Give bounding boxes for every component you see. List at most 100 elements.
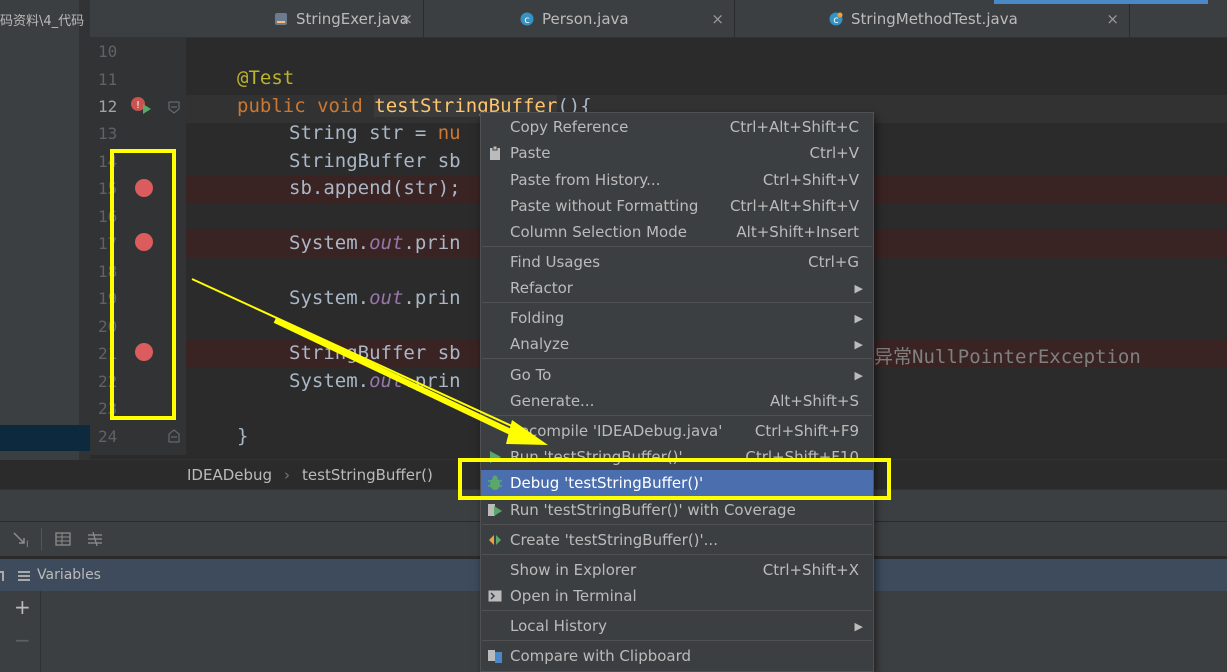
svg-text:c: c <box>524 15 530 26</box>
remove-watch-button[interactable]: − <box>14 628 31 652</box>
menu-item-open-in-terminal[interactable]: Open in Terminal <box>481 583 873 609</box>
java-file-icon <box>274 12 288 26</box>
menu-item-shortcut: Alt+Shift+S <box>769 392 859 410</box>
layout-icon[interactable] <box>86 530 104 548</box>
menu-item-generate[interactable]: Generate... Alt+Shift+S <box>481 388 873 414</box>
code-line: System.out.prin <box>289 287 461 309</box>
menu-item-folding[interactable]: Folding ▶ <box>481 305 873 331</box>
menu-separator <box>482 610 872 611</box>
editor-tab-bar: StringExer.java × c Person.java × c Stri… <box>90 0 1227 38</box>
fold-icon[interactable] <box>167 99 181 114</box>
menu-separator <box>482 246 872 247</box>
menu-item-shortcut: Ctrl+V <box>809 144 859 162</box>
fold-end-icon[interactable] <box>167 428 181 443</box>
menu-item-recompile[interactable]: Recompile 'IDEADebug.java' Ctrl+Shift+F9 <box>481 418 873 444</box>
menu-item-paste[interactable]: Paste Ctrl+V <box>481 140 873 166</box>
project-selected-row[interactable] <box>0 425 90 451</box>
code-field: out <box>369 232 404 254</box>
breadcrumb-class[interactable]: IDEADebug <box>187 466 272 484</box>
code-line: String str = nu <box>289 122 461 144</box>
editor-context-menu: Copy Reference Ctrl+Alt+Shift+C Paste Ctrl… <box>480 112 874 672</box>
breakpoints-highlight-box <box>110 149 176 420</box>
menu-item-label: Paste <box>510 144 551 162</box>
menu-item-copy-reference[interactable]: Copy Reference Ctrl+Alt+Shift+C <box>481 114 873 140</box>
tab-string-exer[interactable]: StringExer.java × <box>182 0 424 37</box>
menu-item-label: Run 'testStringBuffer()' with Coverage <box>510 501 796 519</box>
breadcrumb-method[interactable]: testStringBuffer() <box>302 466 433 484</box>
step-icon[interactable]: I <box>12 530 32 550</box>
menu-item-go-to[interactable]: Go To ▶ <box>481 362 873 388</box>
line-number: 11 <box>98 70 118 89</box>
class-icon: c <box>520 12 534 26</box>
code-field: out <box>369 287 404 309</box>
menu-item-shortcut: Ctrl+G <box>808 253 859 271</box>
menu-item-label: Local History <box>510 617 608 635</box>
menu-item-label: Recompile 'IDEADebug.java' <box>510 422 723 440</box>
menu-item-compare-with-clipboard[interactable]: Compare with Clipboard <box>481 643 873 669</box>
svg-text:!: ! <box>136 100 140 111</box>
add-watch-button[interactable]: + <box>14 595 31 619</box>
run-debug-gutter-icon[interactable]: ! <box>130 96 152 116</box>
menu-item-label: Show in Explorer <box>510 561 637 579</box>
close-icon[interactable]: × <box>400 10 413 28</box>
panel-edge-icon <box>0 568 6 582</box>
close-icon[interactable]: × <box>1106 10 1119 28</box>
code-line: sb.append(str); <box>289 177 461 199</box>
project-path-fragment: 码资料\4_代码 <box>0 14 85 29</box>
debug-item-highlight-box <box>458 458 891 500</box>
menu-item-analyze[interactable]: Analyze ▶ <box>481 331 873 357</box>
tab-string-method-test[interactable]: c StringMethodTest.java × <box>736 0 1130 37</box>
svg-text:I: I <box>26 540 29 548</box>
menu-item-label: Open in Terminal <box>510 587 637 605</box>
menu-item-show-in-explorer[interactable]: Show in Explorer Ctrl+Shift+X <box>481 557 873 583</box>
svg-text:c: c <box>833 15 839 26</box>
menu-item-shortcut: Ctrl+Alt+Shift+C <box>729 118 859 136</box>
line-number: 13 <box>98 124 118 143</box>
tab-person[interactable]: c Person.java × <box>425 0 735 37</box>
menu-item-label: Generate... <box>510 392 595 410</box>
code-annotation: @Test <box>237 67 295 89</box>
menu-item-label: Paste without Formatting <box>510 197 699 215</box>
code-text: .prin <box>403 232 461 254</box>
menu-item-column-selection-mode[interactable]: Column Selection Mode Alt+Shift+Insert <box>481 219 873 245</box>
code-text: .prin <box>403 287 461 309</box>
variables-title: Variables <box>37 567 101 583</box>
code-line: } <box>237 425 249 447</box>
project-panel-scrollbar[interactable] <box>79 0 90 460</box>
menu-item-run-with-coverage[interactable]: Run 'testStringBuffer()' with Coverage <box>481 497 873 523</box>
menu-separator <box>482 554 872 555</box>
menu-item-label: Folding <box>510 309 565 327</box>
code-line: StringBuffer sb <box>289 150 461 172</box>
compare-icon <box>487 648 503 664</box>
menu-separator <box>482 415 872 416</box>
menu-item-find-usages[interactable]: Find Usages Ctrl+G <box>481 249 873 275</box>
variables-side-toolbar: + − <box>0 591 41 672</box>
close-icon[interactable]: × <box>711 10 724 28</box>
menu-item-label: Copy Reference <box>510 118 629 136</box>
menu-item-shortcut: Ctrl+Shift+X <box>762 561 859 579</box>
menu-item-paste-without-formatting[interactable]: Paste without Formatting Ctrl+Alt+Shift+V <box>481 193 873 219</box>
active-tab-indicator <box>994 0 1208 4</box>
table-icon[interactable] <box>54 530 72 548</box>
tab-label: Person.java <box>542 9 629 28</box>
menu-item-paste-from-history[interactable]: Paste from History... Ctrl+Shift+V <box>481 167 873 193</box>
menu-item-shortcut: Ctrl+Shift+F9 <box>754 422 859 440</box>
menu-item-create-config[interactable]: Create 'testStringBuffer()'... <box>481 527 873 553</box>
menu-item-shortcut: Ctrl+Alt+Shift+V <box>729 197 859 215</box>
project-panel-strip <box>0 0 90 460</box>
menu-item-local-history[interactable]: Local History ▶ <box>481 613 873 639</box>
submenu-arrow-icon: ▶ <box>854 337 863 351</box>
menu-item-refactor[interactable]: Refactor ▶ <box>481 275 873 301</box>
menu-item-label: Create 'testStringBuffer()'... <box>510 531 718 549</box>
menu-separator <box>482 302 872 303</box>
variables-icon <box>17 568 31 582</box>
menu-item-label: Paste from History... <box>510 171 661 189</box>
code-line: StringBuffer sb <box>289 342 461 364</box>
code-field: out <box>369 370 404 392</box>
code-keyword: nu <box>437 122 461 144</box>
code-keyword: public <box>237 95 318 117</box>
code-keyword: void <box>317 95 375 117</box>
menu-separator <box>482 640 872 641</box>
tab-label: StringMethodTest.java <box>851 9 1018 28</box>
menu-item-label: Analyze <box>510 335 570 353</box>
